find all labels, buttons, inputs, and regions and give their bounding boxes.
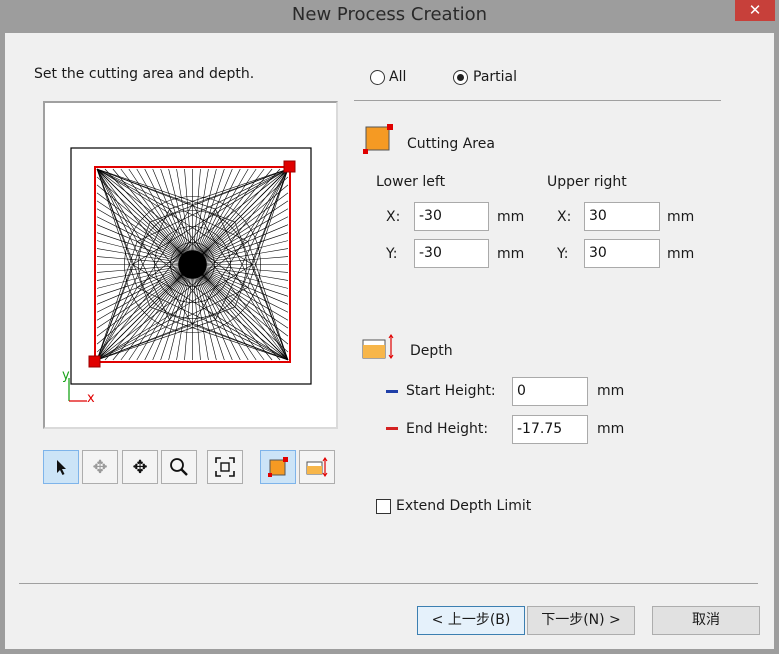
close-button[interactable]: ✕ [735,0,775,21]
next-button[interactable]: 下一步(N) > [527,606,635,635]
axis-x-label: x [87,391,95,406]
start-height-marker [386,390,398,393]
end-height-label: End Height: [406,421,489,437]
footer-divider [19,583,758,584]
scope-partial-label[interactable]: Partial [473,69,517,85]
upper-right-x-unit: mm [667,209,695,225]
zoom-icon [170,458,188,476]
fit-view-button[interactable] [207,450,243,484]
lower-left-x-unit: mm [497,209,525,225]
upper-right-y-label: Y: [557,246,569,262]
dialog-body: Set the cutting area and depth. y x ✥ ✥ [5,33,774,649]
lower-left-y-label: Y: [386,246,398,262]
extend-depth-label[interactable]: Extend Depth Limit [396,498,531,514]
lower-left-label: Lower left [376,174,446,190]
end-height-marker [386,427,398,430]
depth-heading-icon [362,334,394,359]
cutting-area-icon [268,457,288,477]
start-height-label: Start Height: [406,383,496,399]
cutting-area-heading-icon [363,124,393,154]
scope-partial-radio[interactable] [453,70,468,85]
pan-icon: ✥ [132,456,148,478]
upper-right-label: Upper right [547,174,627,190]
lower-left-handle [88,355,101,368]
title-bar: New Process Creation ✕ [0,0,779,31]
depth-icon [306,457,328,477]
extend-depth-checkbox[interactable] [376,499,391,514]
end-height-unit: mm [597,421,625,437]
scope-divider [354,100,721,101]
rotate-view-icon: ✥ [92,456,108,478]
depth-tool-button[interactable] [299,450,335,484]
upper-right-y-field[interactable]: 30 [584,239,660,268]
cutting-area-heading: Cutting Area [407,136,495,152]
depth-heading: Depth [410,343,453,359]
lower-left-y-field[interactable]: -30 [414,239,489,268]
dialog-window: New Process Creation ✕ Set the cutting a… [0,0,779,654]
axis-y-label: y [62,368,70,383]
select-tool-button[interactable] [43,450,79,484]
upper-right-y-unit: mm [667,246,695,262]
toolpath-preview: y x [62,147,312,406]
start-height-field[interactable]: 0 [512,377,588,406]
upper-right-handle [283,160,296,173]
select-arrow-icon [57,460,66,475]
back-button[interactable]: < 上一步(B) [417,606,525,635]
lower-left-y-unit: mm [497,246,525,262]
lower-left-x-field[interactable]: -30 [414,202,489,231]
end-height-field[interactable]: -17.75 [512,415,588,444]
instruction-text: Set the cutting area and depth. [34,66,255,82]
scope-all-label[interactable]: All [389,69,406,85]
preview-panel[interactable]: y x [43,101,338,429]
window-title: New Process Creation [291,4,488,25]
rotate-view-button[interactable]: ✥ [82,450,118,484]
cutting-area-tool-button[interactable] [260,450,296,484]
zoom-tool-button[interactable] [161,450,197,484]
pan-tool-button[interactable]: ✥ [122,450,158,484]
start-height-unit: mm [597,383,625,399]
upper-right-x-field[interactable]: 30 [584,202,660,231]
lower-left-x-label: X: [386,209,401,225]
cancel-button[interactable]: 取消 [652,606,760,635]
fit-icon [215,457,235,477]
scope-all-radio[interactable] [370,70,385,85]
upper-right-x-label: X: [557,209,572,225]
